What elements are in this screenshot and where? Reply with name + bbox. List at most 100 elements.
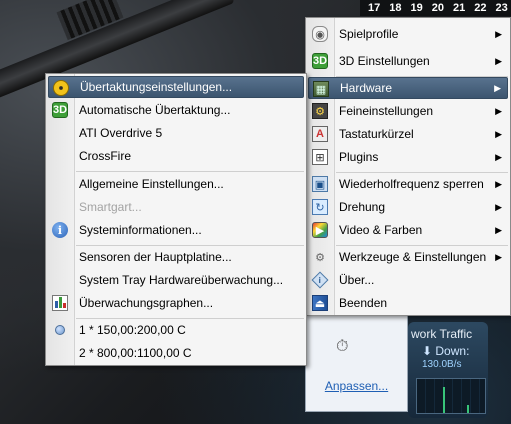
- menu-item-label: 1 * 150,00:200,00 C: [79, 323, 186, 337]
- submenu-arrow-icon: ▶: [495, 151, 502, 162]
- gamepad-icon: ◉: [312, 26, 328, 42]
- menu-item-clock-profile-1[interactable]: 1 * 150,00:200,00 C: [48, 319, 304, 341]
- notification-area-popup: ⏱ Anpassen...: [305, 300, 408, 412]
- overclock-icon: [53, 80, 69, 96]
- menu-item-drehung[interactable]: ↻ Drehung ▶: [308, 196, 508, 218]
- down-arrow-icon: ⬇: [422, 344, 436, 358]
- menu-item-label: Plugins: [339, 150, 379, 164]
- rotation-icon: ↻: [312, 199, 328, 215]
- menu-item-label: Allgemeine Einstellungen...: [79, 177, 224, 191]
- hardware-submenu: Übertaktungseinstellungen... 3D Automati…: [45, 73, 307, 366]
- exit-icon: ⏏: [312, 295, 328, 311]
- menu-item-label: Smartgart...: [79, 200, 142, 214]
- menu-item-label: Drehung: [339, 200, 386, 214]
- menu-item-label: Übertaktungseinstellungen...: [80, 80, 233, 94]
- menu-item-label: 3D Einstellungen: [339, 54, 430, 68]
- clock-hour: 20: [431, 2, 444, 14]
- menu-item-smartgart: Smartgart...: [48, 196, 304, 218]
- submenu-arrow-icon: ▶: [494, 82, 501, 93]
- menu-item-label: Spielprofile: [339, 27, 399, 41]
- dot-icon: [52, 322, 68, 338]
- plugin-icon: ⊞: [312, 149, 328, 165]
- menu-item-label: Werkzeuge & Einstellungen: [339, 250, 487, 264]
- clock-hour: 18: [389, 2, 402, 14]
- menu-item-spielprofile[interactable]: ◉ Spielprofile ▶: [308, 23, 508, 45]
- menu-item-systeminformationen[interactable]: i Systeminformationen...: [48, 219, 304, 241]
- 3d-icon: 3D: [52, 102, 68, 118]
- download-rate: 130.0B/s: [422, 359, 462, 370]
- menu-item-plugins[interactable]: ⊞ Plugins ▶: [308, 146, 508, 168]
- menu-item-label: ATI Overdrive 5: [79, 126, 163, 140]
- chart-icon: [52, 295, 68, 311]
- menu-item-werkzeuge[interactable]: ⚙ Werkzeuge & Einstellungen ▶: [308, 246, 508, 268]
- clock-hour: 17: [368, 2, 381, 14]
- chart-bar: [59, 297, 62, 308]
- info-glyph: i: [318, 275, 322, 285]
- menu-item-uebertaktungseinstellungen[interactable]: Übertaktungseinstellungen...: [48, 76, 304, 98]
- menu-item-label: Hardware: [340, 81, 393, 95]
- refresh-lock-icon: ▣: [312, 176, 328, 192]
- menu-item-3d-einstellungen[interactable]: 3D 3D Einstellungen ▶: [308, 50, 508, 72]
- tools-gear-icon: ⚙: [315, 251, 325, 264]
- menu-item-feineinstellungen[interactable]: ⚙ Feineinstellungen ▶: [308, 100, 508, 122]
- submenu-arrow-icon: ▶: [495, 251, 502, 262]
- submenu-arrow-icon: ▶: [495, 105, 502, 116]
- menu-item-crossfire[interactable]: CrossFire: [48, 145, 304, 167]
- menu-item-wiederholfrequenz[interactable]: ▣ Wiederholfrequenz sperren ▶: [308, 173, 508, 195]
- traffic-spike: [443, 387, 445, 413]
- clock-hour: 23: [495, 2, 508, 14]
- menu-item-label: Über...: [339, 273, 375, 287]
- chart-bar: [63, 303, 66, 308]
- menu-item-ati-overdrive[interactable]: ATI Overdrive 5: [48, 122, 304, 144]
- download-label: ⬇ Down:: [422, 344, 469, 358]
- menu-item-tastaturkuerzel[interactable]: A Tastaturkürzel ▶: [308, 123, 508, 145]
- stopwatch-icon[interactable]: ⏱: [336, 338, 348, 356]
- menu-item-label: Automatische Übertaktung...: [79, 103, 231, 117]
- catalyst-context-menu: ◉ Spielprofile ▶ 3D 3D Einstellungen ▶ ▦…: [305, 17, 511, 316]
- submenu-arrow-icon: ▶: [495, 128, 502, 139]
- menu-item-label: Wiederholfrequenz sperren: [339, 177, 484, 191]
- customize-link[interactable]: Anpassen...: [306, 379, 407, 393]
- traffic-graph: [416, 378, 486, 414]
- clock-hour: 19: [410, 2, 423, 14]
- menu-item-label: Feineinstellungen: [339, 104, 434, 118]
- menu-item-beenden[interactable]: ⏏ Beenden: [308, 292, 508, 314]
- 3d-icon: 3D: [312, 53, 328, 69]
- menu-separator: [76, 171, 304, 172]
- fine-tuning-icon: ⚙: [312, 103, 328, 119]
- down-text: Down:: [435, 344, 470, 358]
- menu-item-ueber[interactable]: i Über...: [308, 269, 508, 291]
- gadget-title: work Traffic: [411, 327, 473, 341]
- about-icon: i: [311, 271, 329, 289]
- submenu-arrow-icon: ▶: [495, 28, 502, 39]
- menu-item-label: System Tray Hardwareüberwachung...: [79, 273, 284, 287]
- hardware-icon: ▦: [313, 81, 329, 97]
- menu-item-label: CrossFire: [79, 149, 132, 163]
- keyboard-shortcut-icon: A: [312, 126, 328, 142]
- menu-item-allgemeine-einstellungen[interactable]: Allgemeine Einstellungen...: [48, 173, 304, 195]
- submenu-arrow-icon: ▶: [495, 178, 502, 189]
- network-traffic-gadget: work Traffic ⬇ Down: 130.0B/s: [408, 322, 488, 418]
- submenu-arrow-icon: ▶: [495, 201, 502, 212]
- clock-hours-bar: 17 18 19 20 21 22 23: [360, 0, 511, 16]
- clock-hour: 22: [474, 2, 487, 14]
- menu-item-sensoren[interactable]: Sensoren der Hauptplatine...: [48, 246, 304, 268]
- menu-item-label: 2 * 800,00:1100,00 C: [79, 346, 192, 360]
- clock-hour: 21: [453, 2, 466, 14]
- menu-item-label: Systeminformationen...: [79, 223, 202, 237]
- submenu-arrow-icon: ▶: [495, 55, 502, 66]
- menu-item-automatische-uebertaktung[interactable]: 3D Automatische Übertaktung...: [48, 99, 304, 121]
- menu-item-video-farben[interactable]: ▶ Video & Farben ▶: [308, 219, 508, 241]
- menu-item-ueberwachungsgraphen[interactable]: Überwachungsgraphen...: [48, 292, 304, 314]
- menu-item-label: Überwachungsgraphen...: [79, 296, 214, 310]
- menu-item-clock-profile-2[interactable]: 2 * 800,00:1100,00 C: [48, 342, 304, 364]
- chart-bar: [55, 301, 58, 308]
- menu-item-system-tray-ueberwachung[interactable]: System Tray Hardwareüberwachung...: [48, 269, 304, 291]
- info-icon: i: [52, 222, 68, 238]
- menu-item-label: Beenden: [339, 296, 388, 310]
- traffic-spike: [467, 405, 469, 413]
- menu-item-label: Tastaturkürzel: [339, 127, 414, 141]
- menu-item-hardware[interactable]: ▦ Hardware ▶: [308, 77, 508, 99]
- menu-item-label: Video & Farben: [339, 223, 423, 237]
- menu-item-label: Sensoren der Hauptplatine...: [79, 250, 232, 264]
